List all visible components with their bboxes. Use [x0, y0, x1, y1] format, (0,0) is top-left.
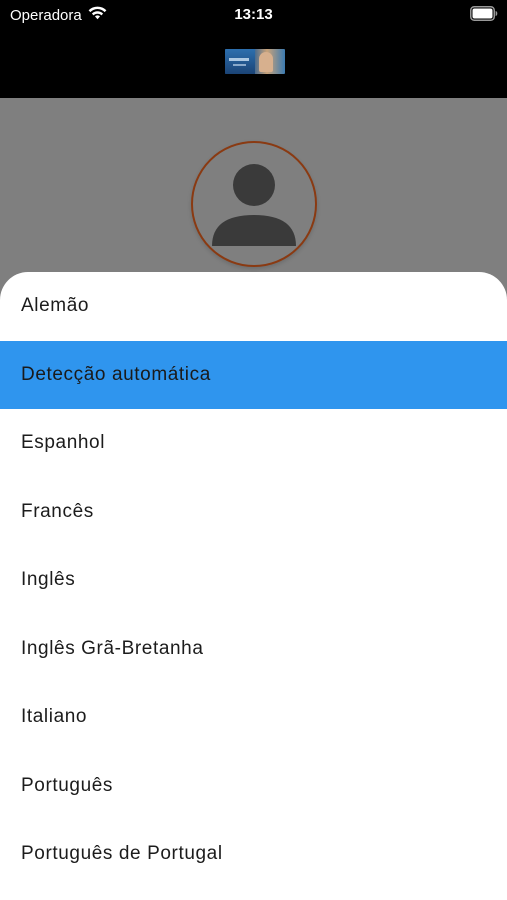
language-option-portugues-de-portugal[interactable]: Português de Portugal	[0, 820, 507, 889]
language-option-portugues[interactable]: Português	[0, 752, 507, 821]
language-option-frances[interactable]: Francês	[0, 478, 507, 547]
language-option-italiano[interactable]: Italiano	[0, 683, 507, 752]
app-logo-image[interactable]	[225, 49, 285, 74]
language-option-alemao[interactable]: Alemão	[0, 272, 507, 341]
language-option-ingles-gra-bretanha[interactable]: Inglês Grã-Bretanha	[0, 615, 507, 684]
language-option-deteccao-automatica[interactable]: Detecção automática	[0, 340, 507, 409]
app-header	[0, 30, 507, 98]
language-list: Alemão Detecção automática Espanhol Fran…	[0, 272, 507, 889]
language-option-ingles[interactable]: Inglês	[0, 546, 507, 615]
language-bottom-sheet: Alemão Detecção automática Espanhol Fran…	[0, 272, 507, 900]
language-option-espanhol[interactable]: Espanhol	[0, 409, 507, 478]
battery-icon	[470, 6, 498, 25]
status-bar: Operadora 13:13	[0, 0, 507, 30]
app-screen: Operadora 13:13 Alemão Detecção automáti…	[0, 0, 507, 900]
person-avatar-icon[interactable]	[191, 141, 317, 267]
status-time: 13:13	[234, 6, 273, 23]
